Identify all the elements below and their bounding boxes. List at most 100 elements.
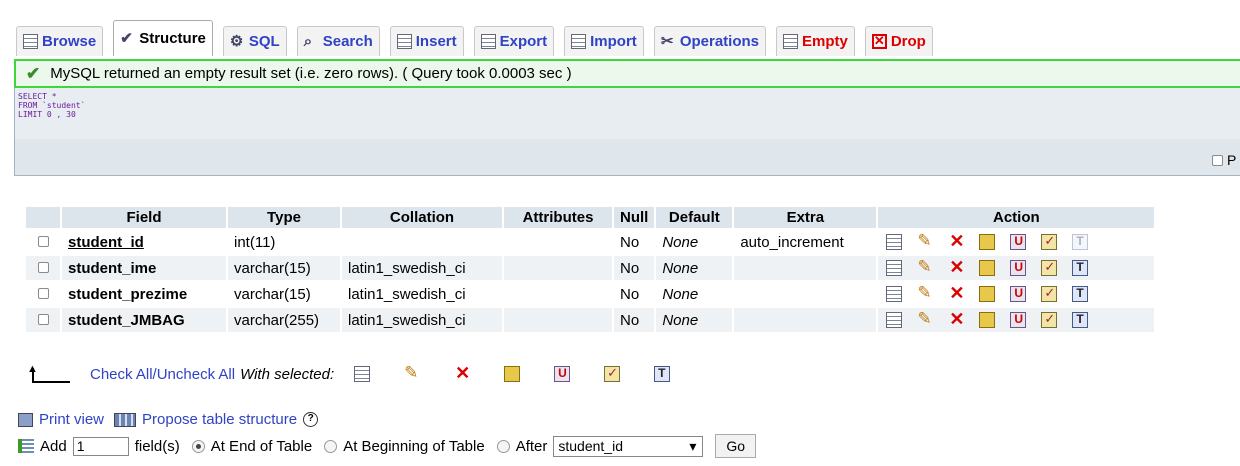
row-checkbox[interactable] [37,287,49,299]
primary-key-icon[interactable] [979,312,996,328]
drop-icon [871,33,887,49]
field-null: No [614,306,655,332]
structure-table: Field Type Collation Attributes Null Def… [24,207,1156,332]
row-select-cell [26,228,60,254]
unique-icon[interactable] [554,366,571,382]
unique-icon[interactable] [1010,286,1027,302]
delete-icon[interactable] [454,363,470,384]
tab-label: Operations [679,33,759,50]
delete-icon[interactable] [948,231,964,252]
edit-icon[interactable] [917,309,933,329]
browse-icon[interactable] [886,286,903,302]
sql-line: SELECT * [18,92,57,101]
index-icon[interactable] [1041,311,1058,328]
field-type: int(11) [228,228,340,254]
primary-key-icon[interactable] [504,366,521,382]
index-icon[interactable] [604,365,621,382]
header-null[interactable]: Null [614,207,655,228]
header-type[interactable]: Type [228,207,340,228]
after-field-select[interactable]: student_id ▾ [553,435,704,457]
index-icon[interactable] [1041,259,1058,276]
primary-key-icon[interactable] [979,260,996,276]
edit-icon[interactable] [404,363,420,383]
dropdown-arrow-icon: ▾ [689,437,697,454]
after-label: After [515,437,548,455]
tab-search[interactable]: ⌕ Search [296,26,380,56]
delete-icon[interactable] [948,283,964,304]
after-radio[interactable] [496,439,510,453]
arrow-back-icon: ▲ [27,363,70,384]
edit-icon[interactable] [917,283,933,303]
at-end-radio[interactable] [191,439,205,453]
tab-export[interactable]: Export [473,26,555,56]
field-count-input[interactable] [72,436,129,456]
tab-insert[interactable]: Insert [389,26,464,56]
field-name: student_JMBAG [62,306,226,332]
tab-label: Browse [42,33,97,50]
tab-empty[interactable]: Empty [776,26,855,56]
field-null: No [614,254,655,280]
tab-import[interactable]: Import [564,26,644,56]
fulltext-icon [1072,234,1089,250]
field-null: No [614,280,655,306]
field-name: student_ime [62,254,226,280]
unique-icon[interactable] [1010,260,1027,276]
header-field[interactable]: Field [62,207,226,228]
field-attributes [504,254,612,280]
tab-label: Search [322,33,373,50]
fulltext-icon[interactable] [654,366,671,382]
fulltext-icon[interactable] [1072,286,1089,302]
tab-operations[interactable]: ✂ Operations [653,26,766,56]
propose-structure-link[interactable]: Propose table structure [142,411,297,428]
delete-icon[interactable] [948,309,964,330]
edit-icon[interactable] [917,231,933,251]
field-collation: latin1_swedish_ci [342,280,502,306]
primary-key-icon[interactable] [979,286,996,302]
index-icon[interactable] [1041,285,1058,302]
delete-icon[interactable] [948,257,964,278]
row-checkbox[interactable] [37,261,49,273]
export-icon [480,34,496,49]
profiling-checkbox[interactable]: P [1212,152,1236,168]
index-icon[interactable] [1041,233,1058,250]
at-beginning-radio[interactable] [324,439,338,453]
fulltext-icon[interactable] [1072,260,1089,276]
add-column-icon [18,439,34,453]
header-attributes[interactable]: Attributes [504,207,612,228]
field-attributes [504,306,612,332]
primary-key-icon[interactable] [979,234,996,250]
field-collation: latin1_swedish_ci [342,306,502,332]
print-view-link[interactable]: Print view [39,411,104,428]
row-actions [878,280,1155,306]
unique-icon[interactable] [1010,312,1027,328]
header-extra[interactable]: Extra [734,207,877,228]
checkbox[interactable] [1212,154,1223,166]
header-collation[interactable]: Collation [342,207,502,228]
tab-drop[interactable]: Drop [864,26,933,56]
check-all-link[interactable]: Check All [90,366,153,383]
help-icon[interactable]: ? [303,412,319,427]
table-row: student_ime varchar(15) latin1_swedish_c… [26,254,1155,280]
go-button[interactable]: Go [715,434,757,458]
browse-icon[interactable] [354,366,371,382]
unique-icon[interactable] [1010,234,1027,250]
browse-icon[interactable] [886,312,903,328]
row-checkbox[interactable] [37,313,49,325]
sql-options-bar [15,139,1240,175]
fields-label: field(s) [134,437,180,455]
fulltext-icon[interactable] [1072,312,1089,328]
edit-icon[interactable] [917,257,933,277]
row-checkbox[interactable] [37,235,49,247]
uncheck-all-link[interactable]: Uncheck All [157,366,235,383]
header-checkbox-col [26,207,60,228]
browse-icon[interactable] [886,260,903,276]
field-default: None [656,228,733,254]
select-value: student_id [558,438,623,454]
field-attributes [504,280,612,306]
browse-icon[interactable] [886,234,903,250]
tab-sql[interactable]: ⚙ SQL [222,26,287,56]
empty-icon [783,34,798,49]
header-default[interactable]: Default [656,207,733,228]
tab-structure[interactable]: ✔ Structure [113,20,213,56]
tab-browse[interactable]: Browse [16,26,104,56]
